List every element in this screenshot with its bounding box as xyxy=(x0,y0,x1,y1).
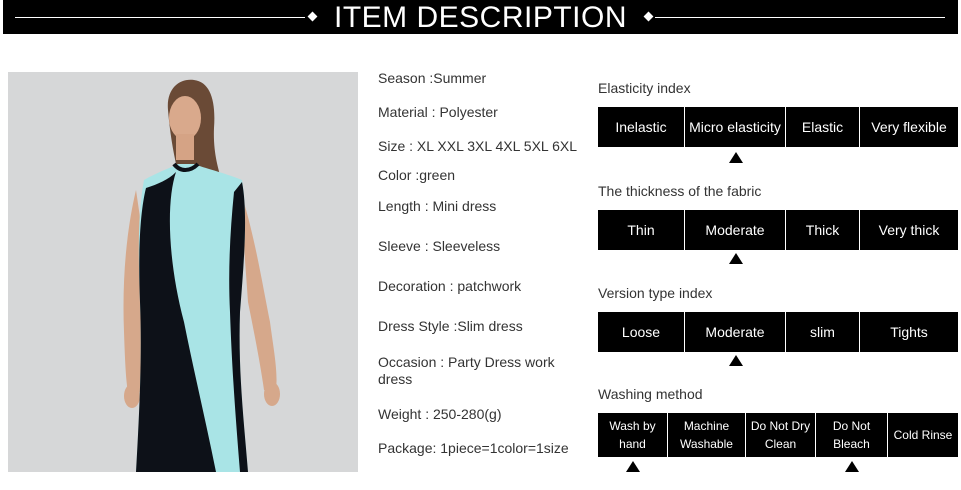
spec-occasion: Occasion : Party Dress work dress xyxy=(378,354,555,387)
spec-color: Color :green xyxy=(378,167,456,183)
header-rule-right xyxy=(655,17,945,18)
option-label: Cold Rinse xyxy=(893,428,953,442)
scale-option: Micro elasticity xyxy=(685,107,786,147)
spec-dress-style: Dress Style :Slim dress xyxy=(378,318,523,334)
spec-decoration: Decoration : patchwork xyxy=(378,278,522,294)
washing-scale: Wash by hand Machine Washable Do Not Dry… xyxy=(598,413,958,457)
scale-option: Thin xyxy=(598,210,685,250)
version-title: Version type index xyxy=(598,285,713,301)
spec-season: Season :Summer xyxy=(378,70,487,86)
option-label: Wash by hand xyxy=(609,419,656,451)
selected-marker-icon xyxy=(729,355,743,366)
option-label: Do Not Dry Clean xyxy=(750,419,811,451)
spec-length: Length : Mini dress xyxy=(378,198,497,214)
selected-marker-icon xyxy=(729,152,743,163)
thickness-title: The thickness of the fabric xyxy=(598,183,762,199)
scale-option: Very thick xyxy=(878,222,940,238)
option-label: Do Not Bleach xyxy=(832,419,871,451)
scale-option: Very flexible xyxy=(871,119,947,135)
scale-option: Moderate xyxy=(685,210,786,250)
scale-option: Tights xyxy=(890,324,928,340)
spec-package: Package: 1piece=1color=1size xyxy=(378,440,569,456)
scale-option: Elastic xyxy=(786,107,860,147)
scale-option: Moderate xyxy=(685,312,786,352)
section-header: ITEM DESCRIPTION xyxy=(3,0,958,34)
selected-marker-icon xyxy=(626,461,640,472)
scale-option: Cold Rinse xyxy=(888,413,958,457)
option-label: Machine Washable xyxy=(680,419,733,451)
scale-option: Do Not Bleach xyxy=(816,413,888,457)
scale-option: Machine Washable xyxy=(668,413,746,457)
spec-material: Material : Polyester xyxy=(378,104,498,120)
thickness-scale: Thin Moderate Thick Very thick xyxy=(598,210,958,250)
washing-title: Washing method xyxy=(598,386,703,402)
scale-option: slim xyxy=(786,312,860,352)
version-scale: Loose Moderate slim Tights xyxy=(598,312,958,352)
product-photo xyxy=(8,72,358,472)
spec-weight: Weight : 250-280(g) xyxy=(378,406,502,422)
selected-marker-icon xyxy=(845,461,859,472)
spec-size: Size : XL XXL 3XL 4XL 5XL 6XL xyxy=(378,138,577,154)
scale-option: Do Not Dry Clean xyxy=(746,413,816,457)
selected-marker-icon xyxy=(729,253,743,264)
elasticity-title: Elasticity index xyxy=(598,80,691,96)
scale-option: Thick xyxy=(786,210,860,250)
scale-option: Wash by hand xyxy=(598,413,668,457)
scale-option: Inelastic xyxy=(598,107,685,147)
elasticity-scale: Inelastic Micro elasticity Elastic Very … xyxy=(598,107,958,147)
scale-option: Loose xyxy=(598,312,685,352)
spec-sleeve: Sleeve : Sleeveless xyxy=(378,238,501,254)
